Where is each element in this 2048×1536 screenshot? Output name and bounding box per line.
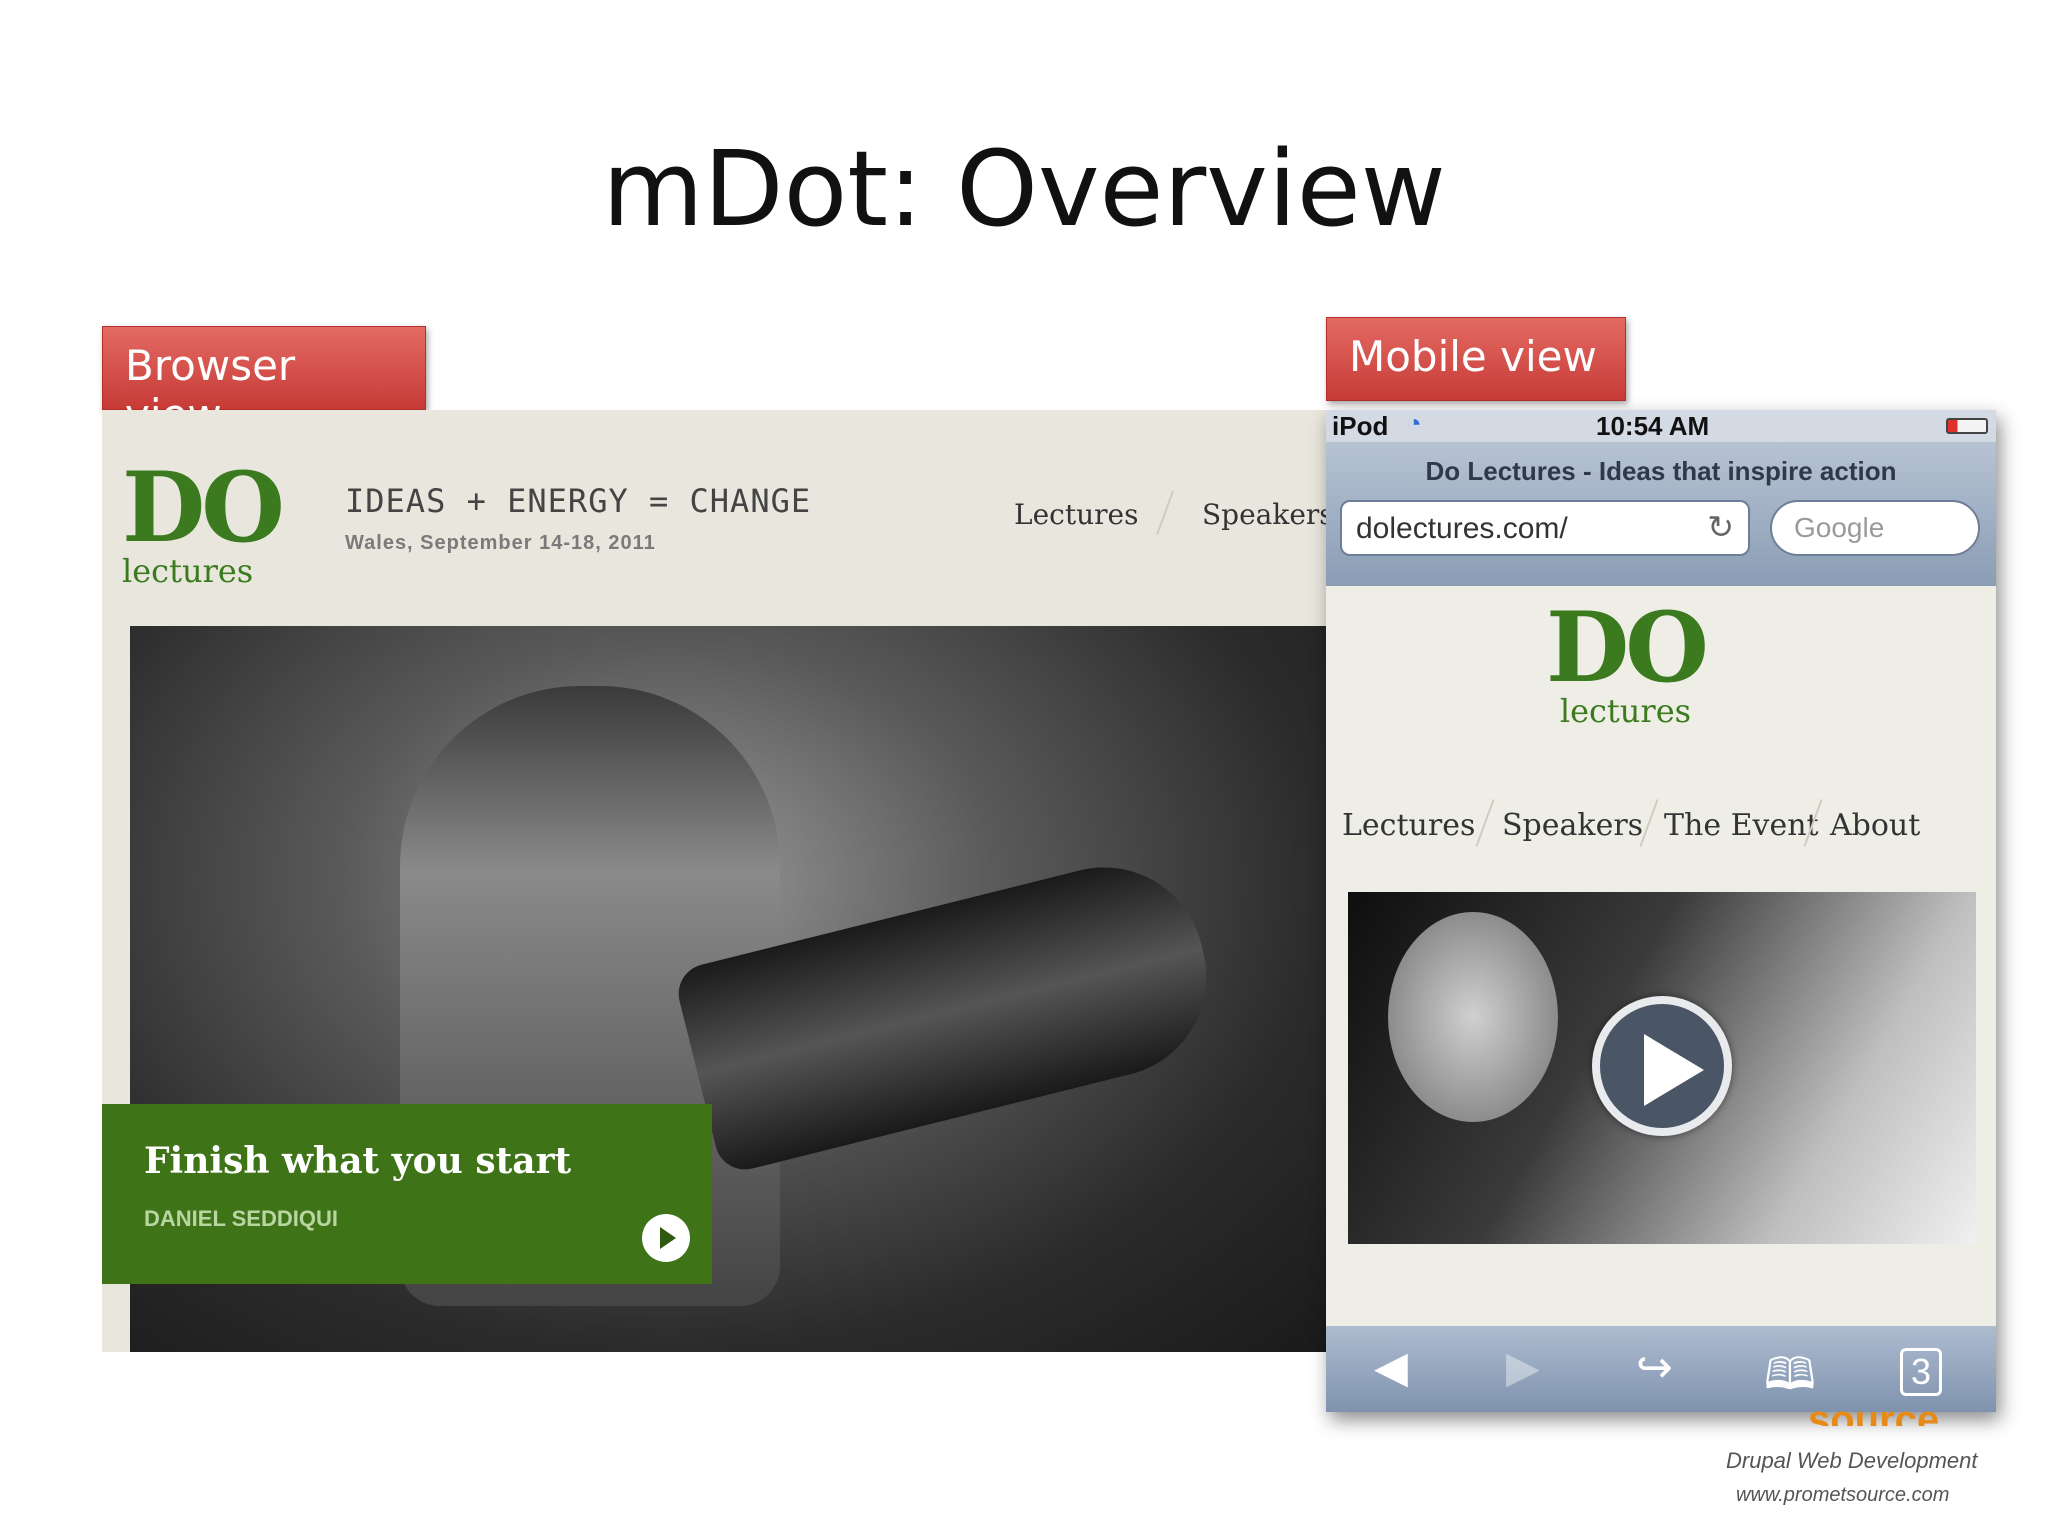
battery-icon [1946,418,1988,434]
reload-icon[interactable]: ↻ [1707,508,1734,546]
footer-tagline: Drupal Web Development [1726,1448,1978,1473]
event-dates: Wales, September 14-18, 2011 [345,532,656,554]
slide: mDot: Overview Browser view Mobile view … [0,0,2048,1536]
mobile-view-screenshot: iPod ◔ 10:54 AM Do Lectures - Ideas that… [1326,410,1996,1412]
tabs-count: 3 [1911,1351,1932,1392]
mobile-view-label: Mobile view [1326,317,1626,401]
mobile-nav-speakers[interactable]: Speakers [1502,808,1643,843]
mobile-nav-the-event[interactable]: The Event [1664,808,1819,843]
logo-lectures-text: lectures [1559,692,1692,730]
page-title: Do Lectures - Ideas that inspire action [1425,456,1897,486]
status-bar: iPod ◔ 10:54 AM [1326,410,1996,442]
do-lectures-logo[interactable]: DO lectures [122,451,285,591]
hero-caption-box[interactable]: Finish what you start DANIEL SEDDIQUI [102,1104,712,1284]
forward-icon[interactable]: ▶ [1506,1342,1540,1393]
footer-url: www.prometsource.com [1736,1484,1950,1506]
tagline: IDEAS + ENERGY = CHANGE [345,482,812,520]
video-speaker-figure [1388,912,1558,1122]
nav-divider [1475,799,1495,847]
status-time: 10:54 AM [1596,411,1710,441]
hero-headline: Finish what you start [144,1140,572,1182]
nav-speakers[interactable]: Speakers [1202,498,1328,531]
address-text: dolectures.com/ [1356,512,1568,545]
play-icon[interactable] [1592,996,1732,1136]
nav-lectures[interactable]: Lectures [1014,498,1138,531]
slide-title: mDot: Overview [602,128,1446,250]
wifi-icon: ◔ [1406,410,1422,438]
hero-speaker-name: DANIEL SEDDIQUI [144,1206,338,1231]
carrier-label: iPod [1332,411,1389,441]
safari-url-bar: Do Lectures - Ideas that inspire action … [1326,442,1996,586]
nav-divider [1156,491,1174,535]
logo-do-text: DO [122,451,285,564]
play-icon[interactable] [642,1214,690,1262]
back-icon[interactable]: ◀ [1374,1342,1408,1393]
video-thumbnail[interactable] [1348,892,1976,1244]
logo-do-text: DO [1546,591,1709,704]
promet-source-logo-fragment: source [1808,1398,1940,1426]
mobile-nav-lectures[interactable]: Lectures [1342,808,1475,843]
tabs-icon[interactable]: 3 [1900,1348,1943,1396]
address-field[interactable]: dolectures.com/ ↻ [1340,500,1750,556]
share-icon[interactable]: ↪ [1636,1342,1673,1393]
do-lectures-logo[interactable]: DO lectures [1546,591,1709,731]
mobile-nav-about[interactable]: About [1830,808,1920,843]
browser-view-label: Browser view [102,326,426,439]
browser-view-screenshot: DO lectures IDEAS + ENERGY = CHANGE Wale… [102,410,1328,1352]
search-field[interactable]: Google [1770,500,1980,556]
